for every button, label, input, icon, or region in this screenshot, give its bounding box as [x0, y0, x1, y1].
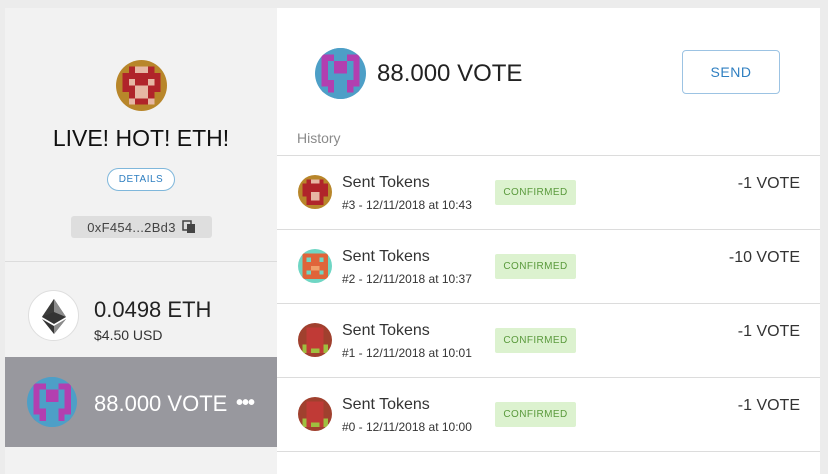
- status-badge: CONFIRMED: [495, 254, 576, 279]
- vote-balance: 88.000 VOTE: [94, 391, 228, 416]
- vote-token-identicon: [315, 48, 366, 99]
- tx-amount: -1 VOTE: [737, 397, 800, 414]
- send-button[interactable]: SEND: [682, 50, 780, 94]
- history-list: Sent Tokens #3 - 12/11/2018 at 10:43 CON…: [277, 155, 820, 452]
- account-name: LIVE! HOT! ETH!: [52, 125, 230, 151]
- status-badge: CONFIRMED: [495, 180, 576, 205]
- eth-usd-value: $4.50 USD: [94, 327, 163, 343]
- list-item[interactable]: Sent Tokens #2 - 12/11/2018 at 10:37 CON…: [277, 230, 820, 304]
- recipient-identicon: [298, 397, 332, 431]
- token-row-vote[interactable]: 88.000 VOTE •••: [5, 357, 277, 447]
- status-badge: CONFIRMED: [495, 402, 576, 427]
- tx-amount: -10 VOTE: [728, 249, 800, 266]
- copy-icon: [181, 220, 196, 234]
- more-options-icon[interactable]: •••: [236, 392, 255, 415]
- recipient-identicon: [298, 323, 332, 357]
- history-heading: History: [297, 130, 341, 146]
- status-badge: CONFIRMED: [495, 328, 576, 353]
- right-edge: [820, 8, 828, 474]
- list-item[interactable]: Sent Tokens #1 - 12/11/2018 at 10:01 CON…: [277, 304, 820, 378]
- tx-title: Sent Tokens: [342, 322, 430, 339]
- tx-timestamp: #1 - 12/11/2018 at 10:01: [342, 346, 472, 360]
- list-item[interactable]: Sent Tokens #0 - 12/11/2018 at 10:00 CON…: [277, 378, 820, 452]
- tx-title: Sent Tokens: [342, 248, 430, 265]
- account-address: 0xF454...2Bd3: [87, 219, 176, 235]
- address-copy-button[interactable]: 0xF454...2Bd3: [71, 216, 212, 238]
- token-row-eth[interactable]: 0.0498 ETH $4.50 USD: [5, 267, 277, 357]
- tx-amount: -1 VOTE: [737, 323, 800, 340]
- top-bar: [0, 0, 828, 8]
- tx-timestamp: #3 - 12/11/2018 at 10:43: [342, 198, 472, 212]
- main-panel: 88.000 VOTE SEND History Sent Tokens #3 …: [277, 8, 820, 474]
- list-item[interactable]: Sent Tokens #3 - 12/11/2018 at 10:43 CON…: [277, 156, 820, 230]
- eth-balance: 0.0498 ETH: [94, 297, 212, 322]
- vote-token-identicon: [27, 377, 77, 427]
- ethereum-icon: [28, 290, 79, 341]
- recipient-identicon: [298, 175, 332, 209]
- account-card: LIVE! HOT! ETH! DETAILS 0xF454...2Bd3: [5, 8, 277, 262]
- details-button[interactable]: DETAILS: [107, 168, 175, 191]
- tx-title: Sent Tokens: [342, 396, 430, 413]
- tx-amount: -1 VOTE: [737, 175, 800, 192]
- sidebar: LIVE! HOT! ETH! DETAILS 0xF454...2Bd3 0.…: [5, 8, 277, 474]
- recipient-identicon: [298, 249, 332, 283]
- tx-timestamp: #2 - 12/11/2018 at 10:37: [342, 272, 472, 286]
- token-balance-heading: 88.000 VOTE: [377, 60, 523, 87]
- tx-timestamp: #0 - 12/11/2018 at 10:00: [342, 420, 472, 434]
- account-identicon: [116, 60, 167, 111]
- tx-title: Sent Tokens: [342, 174, 430, 191]
